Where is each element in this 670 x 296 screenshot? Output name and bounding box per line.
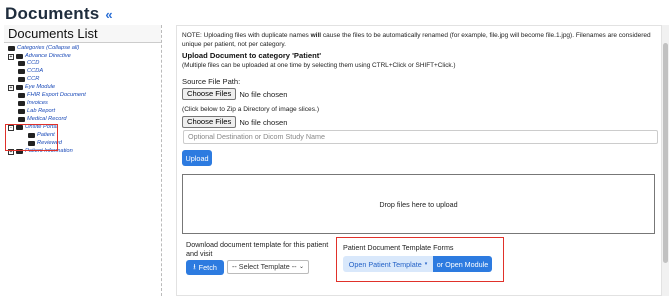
documents-list-panel: Documents List Categories (Collapse all)… [4, 25, 162, 296]
no-file-text: No file chosen [239, 89, 288, 99]
tree-item-eye-module[interactable]: + Eye Module [8, 84, 55, 91]
tree-item-label[interactable]: CCDA [27, 68, 43, 75]
folder-icon [18, 93, 25, 98]
tree-item-fhir-export[interactable]: FHIR Export Document [18, 92, 86, 99]
tree-item-label[interactable]: Lab Report [27, 108, 55, 115]
duplicate-names-note: NOTE: Uploading files with duplicate nam… [182, 32, 660, 49]
folder-icon [18, 117, 25, 122]
no-file-text: No file chosen [239, 117, 288, 127]
expand-toggle-icon[interactable]: + [8, 53, 14, 60]
open-template-label: Open Patient Template [348, 259, 422, 269]
tree-item-invoices[interactable]: Invoices [18, 100, 48, 107]
caret-down-icon: ▾ [424, 261, 428, 267]
tree-item-label[interactable]: Advance Directive [25, 53, 71, 60]
folder-icon [18, 101, 25, 106]
page-title: Documents [5, 4, 100, 23]
folder-icon [16, 85, 23, 90]
page-header: Documents « [5, 3, 113, 25]
tree-item-advance-directive[interactable]: + Advance Directive [8, 53, 71, 60]
choose-files-button[interactable]: Choose Files [182, 88, 237, 100]
upload-heading: Upload Document to category 'Patient' [182, 51, 322, 60]
file-dropzone[interactable]: Drop files here to upload [182, 174, 655, 234]
tree-item-label[interactable]: Medical Record [27, 116, 67, 123]
fetch-button[interactable]: ⭳ Fetch [186, 260, 224, 275]
dropzone-text: Drop files here to upload [379, 199, 458, 209]
source-file-label: Source File Path: [182, 77, 241, 86]
tree-item-label[interactable]: Eye Module [25, 84, 55, 91]
tree-item-label[interactable]: CCD [27, 60, 39, 67]
fetch-label: Fetch [198, 263, 217, 272]
open-patient-template-button[interactable]: Open Patient Template ▾ [343, 256, 433, 272]
folder-open-icon [8, 46, 15, 51]
template-forms-label: Patient Document Template Forms [343, 243, 454, 252]
tree-item-label[interactable]: FHIR Export Document [27, 92, 86, 99]
folder-icon [18, 61, 25, 66]
note-text: NOTE: Uploading files with duplicate nam… [182, 32, 309, 39]
tree-item-categories[interactable]: Categories (Collapse all) [8, 45, 79, 52]
tree-item-ccr[interactable]: CCR [18, 76, 39, 83]
note-bold-text: will [310, 32, 322, 39]
vertical-scrollbar[interactable] [662, 25, 669, 296]
tree-item-ccda[interactable]: CCDA [18, 68, 43, 75]
tree-item-medical-record[interactable]: Medical Record [18, 116, 67, 123]
folder-icon [18, 109, 25, 114]
collapse-panel-icon[interactable]: « [105, 7, 112, 22]
tree-item-label[interactable]: Invoices [27, 100, 48, 107]
scrollbar-thumb[interactable] [663, 43, 668, 263]
tree-item-ccd[interactable]: CCD [18, 60, 39, 67]
tree-item-lab-report[interactable]: Lab Report [18, 108, 55, 115]
documents-list-title: Documents List [4, 25, 161, 43]
folder-icon [18, 77, 25, 82]
folder-icon [16, 54, 23, 59]
folder-icon [18, 69, 25, 74]
choose-files-button[interactable]: Choose Files [182, 116, 237, 128]
highlight-box-onsite-portal [5, 124, 58, 151]
upload-subtext: (Multiple files can be uploaded at one t… [182, 62, 456, 69]
download-icon: ⭳ [193, 262, 196, 271]
tree-item-label[interactable]: CCR [27, 76, 39, 83]
download-template-label: Download document template for this pati… [186, 240, 329, 258]
destination-input[interactable]: Optional Destination or Dicom Study Name [183, 130, 658, 144]
upload-button[interactable]: Upload [182, 150, 212, 166]
open-module-button[interactable]: or Open Module [433, 256, 492, 272]
chevron-down-icon: ⌄ [298, 264, 304, 270]
tree-item-label[interactable]: Categories (Collapse all) [17, 45, 79, 52]
expand-toggle-icon[interactable]: + [8, 84, 14, 91]
select-value: -- Select Template -- [232, 262, 297, 271]
source-file-input[interactable]: Choose Files No file chosen [182, 88, 287, 100]
template-select[interactable]: -- Select Template -- ⌄ [227, 260, 309, 274]
zip-directory-label: (Click below to Zip a Directory of image… [182, 106, 320, 113]
zip-file-input[interactable]: Choose Files No file chosen [182, 116, 287, 128]
